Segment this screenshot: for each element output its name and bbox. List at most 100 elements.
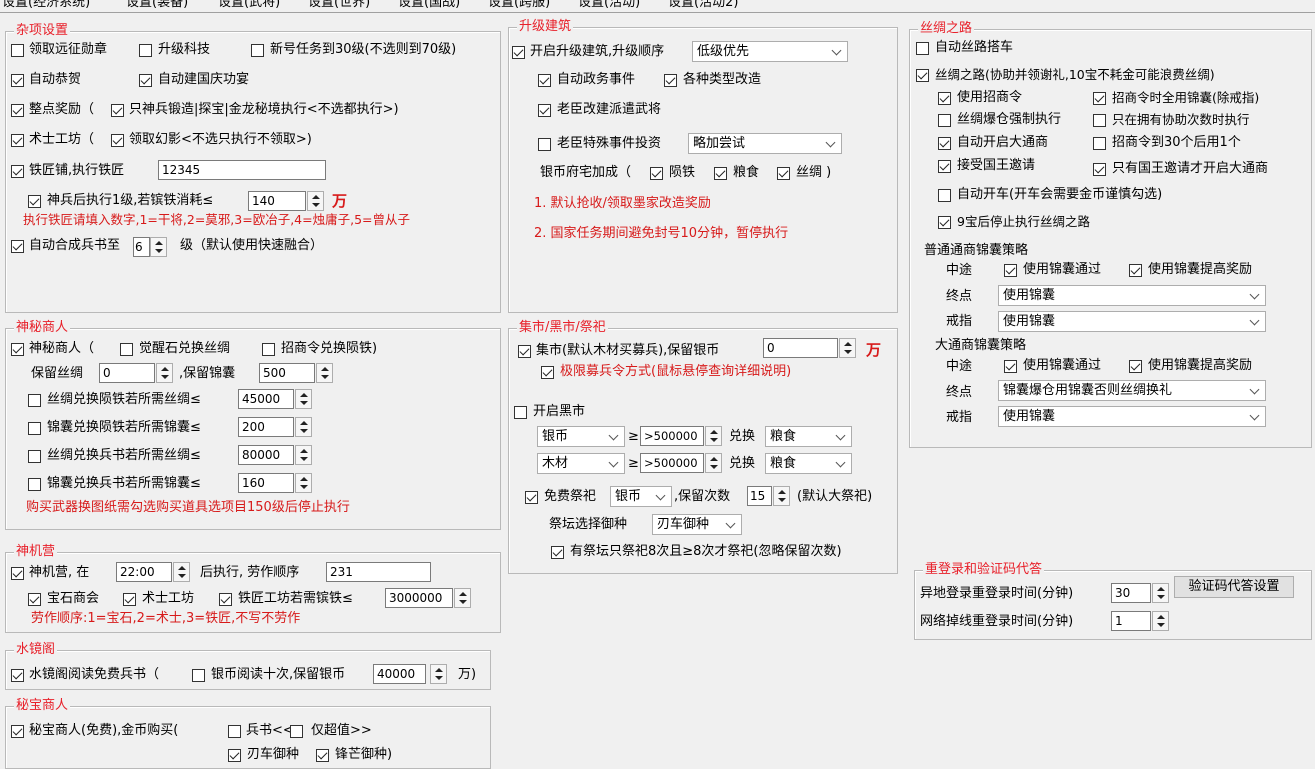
warlock-checkbox[interactable] [11,134,24,147]
only-help-checkbox[interactable] [1093,114,1106,127]
gem-checkbox[interactable] [28,593,41,606]
big-end-select[interactable]: 锦囊爆仓用锦囊否则丝绸换礼 [998,380,1266,401]
combine-input[interactable]: 6 [133,237,150,257]
treasure-checkbox[interactable] [11,725,24,738]
remote-relogin-spinner[interactable] [1152,583,1169,603]
big-ring-select[interactable]: 使用锦囊 [998,406,1266,427]
keep-times-input[interactable]: 15 [747,486,772,506]
super-value-checkbox[interactable] [290,725,303,738]
sacrifice-checkbox[interactable] [525,491,538,504]
black-value-spinner[interactable] [705,426,722,446]
remote-relogin-input[interactable]: 30 [1111,583,1151,603]
limit-checkbox[interactable] [541,366,554,379]
national-day-checkbox[interactable] [139,74,152,87]
drive-checkbox[interactable] [938,189,951,202]
tab-world[interactable]: 设置(世界) [306,0,372,12]
exchange-spinner[interactable] [295,445,312,465]
minister-checkbox[interactable] [538,104,551,117]
net-relogin-input[interactable]: 1 [1111,611,1151,631]
big-use-pass-checkbox[interactable] [1004,360,1017,373]
reward-checkbox[interactable] [11,104,24,117]
divine-after-checkbox[interactable] [28,195,41,208]
ring-select[interactable]: 使用锦囊 [998,311,1266,332]
expedition-checkbox[interactable] [11,44,24,57]
awaken-checkbox[interactable] [120,343,133,356]
politics-checkbox[interactable] [538,74,551,87]
divine-input[interactable]: 140 [248,191,306,211]
phantom-checkbox[interactable] [111,134,124,147]
market-input[interactable]: 0 [763,338,838,358]
recruit-checkbox[interactable] [262,343,275,356]
mirror-input[interactable]: 40000 [373,664,426,684]
tab-equipment[interactable]: 设置(装备) [124,0,190,12]
congrats-checkbox[interactable] [11,74,24,87]
force-checkbox[interactable] [938,114,951,127]
silk-checkbox[interactable] [777,167,790,180]
edge-checkbox[interactable] [316,749,329,762]
tab-cross-server[interactable]: 设置(跨服) [486,0,552,12]
black-res-select[interactable]: 木材 [537,453,625,474]
full-bag-checkbox[interactable] [1093,92,1106,105]
only-divine-checkbox[interactable] [111,104,124,117]
build-order-select[interactable]: 低级优先 [692,41,848,62]
exchange-checkbox[interactable] [28,450,41,463]
use-pass-checkbox[interactable] [1004,264,1017,277]
keep-times-spinner[interactable] [773,486,790,506]
market-checkbox[interactable] [518,345,531,358]
silver-read-checkbox[interactable] [192,669,205,682]
combine-checkbox[interactable] [11,240,24,253]
silk-road-checkbox[interactable] [916,69,929,82]
keep-bag-spinner[interactable] [316,363,333,383]
king-invite-checkbox[interactable] [938,160,951,173]
black-target-select[interactable]: 粮食 [765,453,852,474]
auto-trade-checkbox[interactable] [938,137,951,150]
exchange-spinner[interactable] [295,417,312,437]
tab-economy[interactable]: 设置(经济系统) [0,0,92,12]
exchange-spinner[interactable] [295,473,312,493]
book-checkbox[interactable] [228,725,241,738]
end-select[interactable]: 使用锦囊 [998,285,1266,306]
iron-checkbox[interactable] [650,167,663,180]
stop9-checkbox[interactable] [938,216,951,229]
exchange-input[interactable]: 45000 [238,389,294,409]
rebuild-checkbox[interactable] [664,74,677,87]
exchange-checkbox[interactable] [28,422,41,435]
black-market-checkbox[interactable] [514,406,527,419]
keep-bag-input[interactable]: 500 [259,363,315,383]
exchange-spinner[interactable] [295,389,312,409]
black-res-select[interactable]: 银币 [537,426,625,447]
newbie-task-checkbox[interactable] [251,44,264,57]
camp-order-input[interactable]: 231 [326,562,431,582]
exchange-input[interactable]: 80000 [238,445,294,465]
mirror-spinner[interactable] [430,664,447,684]
smith-camp-spinner[interactable] [454,588,471,608]
black-value-spinner[interactable] [705,453,722,473]
build-checkbox[interactable] [512,46,525,59]
exchange-input[interactable]: 160 [238,473,294,493]
big-use-boost-checkbox[interactable] [1129,360,1142,373]
use-token-checkbox[interactable] [938,92,951,105]
divine-spinner[interactable] [307,191,324,211]
market-spinner[interactable] [839,338,856,358]
food-checkbox[interactable] [714,167,727,180]
tab-events2[interactable]: 设置(活动2) [666,0,740,12]
camp-time-input[interactable]: 22:00 [116,562,172,582]
exchange-checkbox[interactable] [28,394,41,407]
tab-generals[interactable]: 设置(武将) [216,0,282,12]
merchant-checkbox[interactable] [11,343,24,356]
use-boost-checkbox[interactable] [1129,264,1142,277]
tab-national-war[interactable]: 设置(国战) [396,0,462,12]
keep-silk-spinner[interactable] [156,363,173,383]
camp-time-spinner[interactable] [173,562,190,582]
special-event-checkbox[interactable] [538,138,551,151]
special-event-select[interactable]: 略加尝试 [688,133,842,154]
tab-events[interactable]: 设置(活动) [576,0,642,12]
exchange-checkbox[interactable] [28,478,41,491]
keep-silk-input[interactable]: 0 [99,363,155,383]
altar-select[interactable]: 刃车御种 [652,514,742,535]
blade-checkbox[interactable] [228,749,241,762]
sacrifice-select[interactable]: 银币 [610,486,672,507]
combine-spinner[interactable] [150,237,167,257]
warlock-camp-checkbox[interactable] [123,593,136,606]
exchange-input[interactable]: 200 [238,417,294,437]
